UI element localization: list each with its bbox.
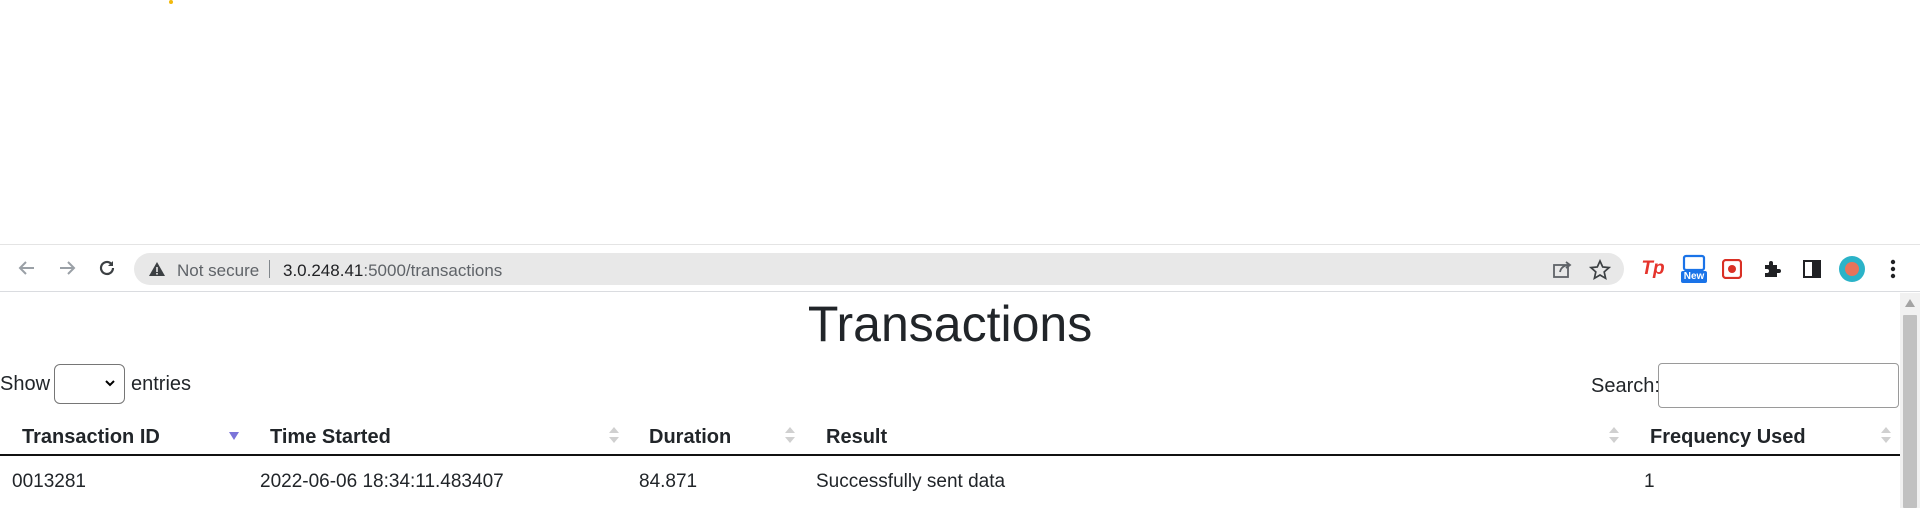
cell-text: 2022-06-06 18:34:11.483407 — [260, 471, 504, 492]
forward-button[interactable] — [52, 253, 82, 283]
extension-record[interactable] — [1719, 256, 1745, 282]
column-header-transaction-id[interactable]: Transaction ID — [0, 415, 248, 456]
kebab-menu-icon — [1890, 259, 1896, 279]
address-bar[interactable]: Not secure 3.0.248.41:5000/transactions — [134, 253, 1624, 285]
bookmark-star-icon[interactable] — [1589, 259, 1611, 281]
cell-text: 1 — [1644, 471, 1655, 492]
cell-time-started: 2022-06-06 18:34:11.483407 — [248, 455, 628, 508]
search-input[interactable] — [1658, 363, 1899, 408]
page-content: Transactions Show entries Search: Transa… — [0, 293, 1900, 508]
dot-mark — [169, 0, 173, 4]
url-text[interactable]: 3.0.248.41:5000/transactions — [283, 261, 502, 281]
column-label: Frequency Used — [1650, 426, 1806, 448]
side-panel-icon — [1803, 260, 1821, 278]
share-icon[interactable] — [1551, 259, 1573, 281]
show-label: Show — [0, 373, 51, 395]
column-label: Time Started — [270, 426, 391, 448]
scroll-up-arrow-icon[interactable] — [1905, 299, 1915, 307]
avatar-icon — [1839, 256, 1865, 282]
transactions-table: Transaction ID Time Started Duration Res… — [0, 415, 1900, 508]
new-badge: New — [1683, 271, 1705, 282]
cell-text: 0013281 — [12, 471, 86, 492]
warning-icon — [149, 262, 165, 276]
column-header-time-started[interactable]: Time Started — [248, 415, 628, 456]
extension-tp[interactable]: Tp — [1640, 256, 1666, 282]
column-header-result[interactable]: Result — [804, 415, 1628, 456]
scrollbar-thumb[interactable] — [1903, 315, 1917, 508]
column-header-frequency-used[interactable]: Frequency Used — [1628, 415, 1900, 456]
entries-label: entries — [131, 373, 192, 395]
arrow-right-icon — [60, 261, 76, 275]
column-header-duration[interactable]: Duration — [628, 415, 804, 456]
sort-both-icon — [609, 427, 619, 443]
chevron-down-icon — [105, 380, 115, 387]
record-icon — [1722, 259, 1742, 279]
sort-both-icon — [1881, 427, 1891, 443]
column-label: Transaction ID — [22, 426, 160, 448]
url-path: :5000/transactions — [363, 261, 503, 280]
reload-button[interactable] — [92, 253, 122, 283]
column-label: Result — [826, 426, 888, 448]
extensions-button[interactable] — [1759, 256, 1785, 282]
cell-text: Successfully sent data — [816, 471, 1006, 492]
page-title: Transactions — [807, 296, 1093, 352]
cell-frequency-used: 1 — [1628, 455, 1900, 508]
reload-icon — [99, 260, 115, 276]
sort-desc-icon — [229, 432, 239, 440]
security-label[interactable]: Not secure — [177, 261, 259, 281]
profile-avatar[interactable] — [1839, 256, 1865, 282]
cell-duration: 84.871 — [628, 455, 804, 508]
menu-button[interactable] — [1880, 256, 1906, 282]
search-label: Search: — [1591, 375, 1660, 397]
arrow-left-icon — [18, 261, 34, 275]
sort-both-icon — [1609, 427, 1619, 443]
url-host: 3.0.248.41 — [283, 261, 364, 280]
puzzle-icon — [1765, 261, 1781, 277]
sort-both-icon — [785, 427, 795, 443]
extension-new[interactable]: New — [1679, 253, 1709, 285]
cell-text: 84.871 — [639, 471, 698, 492]
column-label: Duration — [649, 426, 732, 448]
cell-result: Successfully sent data — [804, 455, 1628, 508]
tp-icon: Tp — [1641, 258, 1665, 279]
cell-transaction-id: 0013281 — [0, 455, 248, 508]
vertical-scrollbar[interactable] — [1900, 293, 1920, 508]
side-panel-button[interactable] — [1799, 256, 1825, 282]
browser-toolbar: Not secure 3.0.248.41:5000/transactions … — [0, 245, 1920, 292]
entries-length-select[interactable] — [54, 364, 125, 404]
blank-area — [0, 0, 1920, 245]
table-row: 0013281 2022-06-06 18:34:11.483407 84.87… — [0, 455, 1900, 508]
divider — [269, 260, 270, 278]
back-button[interactable] — [12, 253, 42, 283]
